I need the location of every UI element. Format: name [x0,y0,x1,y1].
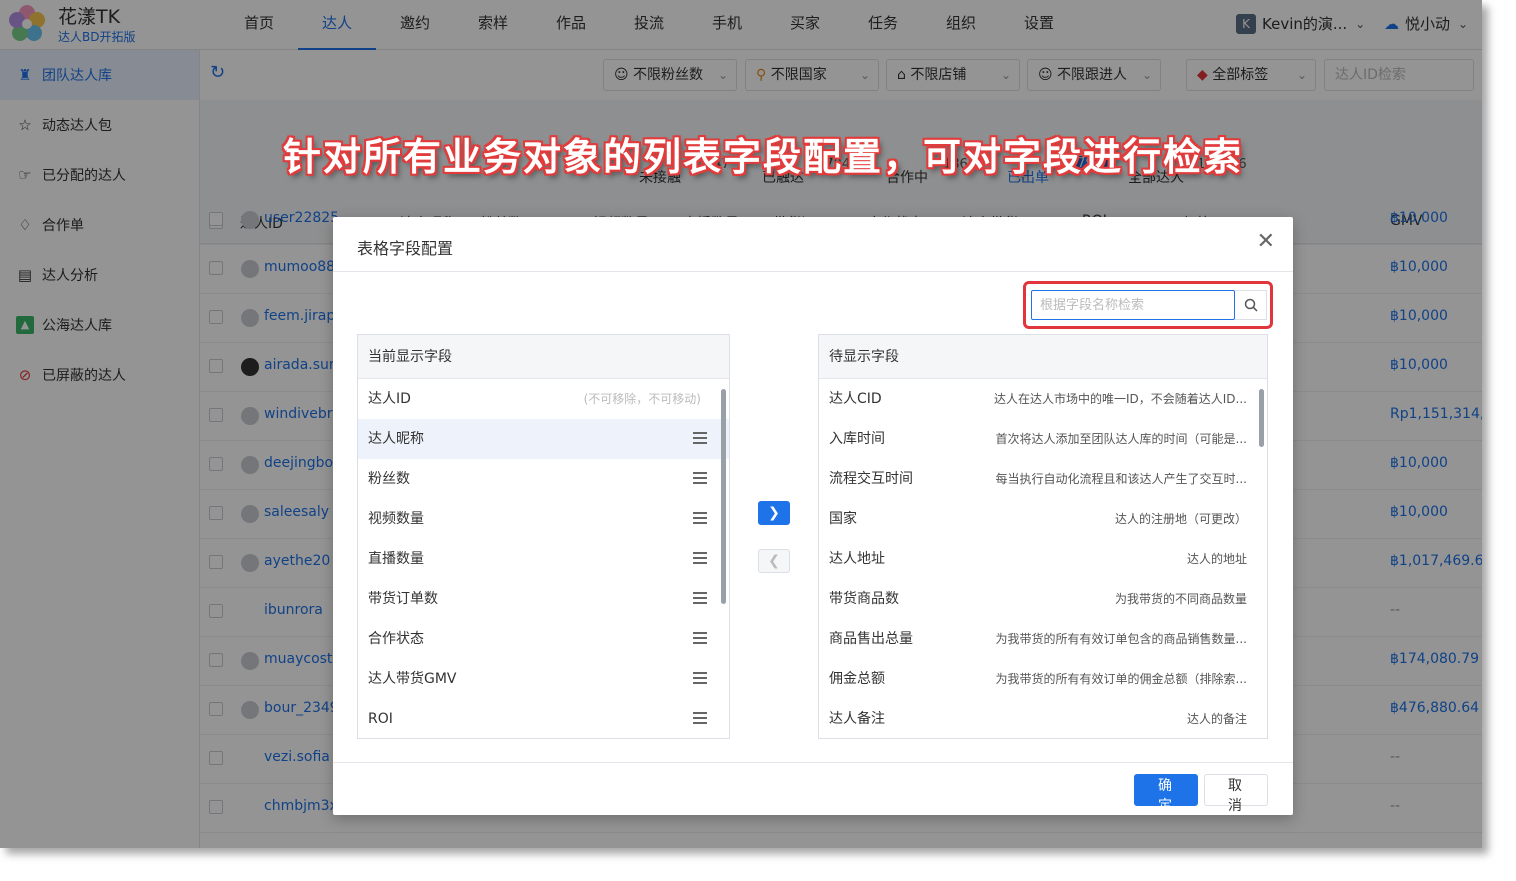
list-item[interactable]: 达人昵称 [358,419,729,459]
dialog-divider [333,271,1293,272]
list-item[interactable]: 直播数量 [358,539,729,579]
field-description: 每当执行自动化流程且和该达人产生了交互时... [995,472,1247,486]
drag-handle-icon[interactable] [693,552,707,564]
field-label: 达人带货GMV [368,671,457,687]
field-label: 佣金总额 [829,671,885,687]
drag-handle-icon[interactable] [693,472,707,484]
field-description: 为我带货的所有有效订单包含的商品销售数量... [995,632,1247,646]
current-fields-title: 当前显示字段 [358,335,729,379]
field-description: 达人在达人市场中的唯一ID，不会随着达人ID... [993,392,1247,406]
field-label: ROI [368,711,393,727]
field-label: 视频数量 [368,511,424,527]
cancel-button[interactable]: 取消 [1204,774,1268,814]
search-button[interactable] [1235,290,1267,320]
drag-handle-icon[interactable] [693,432,707,444]
current-fields-scrollbar[interactable] [721,379,727,738]
field-label: 国家 [829,511,857,527]
list-item[interactable]: 达人地址 达人的地址 [819,539,1267,579]
list-item[interactable]: 入库时间 首次将达人添加至团队达人库的时间（可能是... [819,419,1267,459]
field-label: 入库时间 [829,431,885,447]
list-item[interactable]: ROI [358,699,729,738]
field-note: (不可移除，不可移动) [583,392,701,406]
list-item: 达人ID (不可移除，不可移动) [358,379,729,419]
annotation-banner: 针对所有业务对象的列表字段配置，可对字段进行检索 [283,135,1244,179]
available-fields-scrollbar[interactable] [1259,379,1265,738]
app-window: 花漾TK 达人BD开拓版 首页 达人 邀约 索样 作品 投流 手机 买家 任务 … [0,0,1482,848]
move-right-button[interactable]: ❯ [758,501,790,525]
chevron-right-icon: ❯ [768,505,780,521]
field-search-input[interactable] [1031,290,1235,320]
field-description: 达人的注册地（可更改） [1114,512,1247,526]
field-label: 粉丝数 [368,471,410,487]
drag-handle-icon[interactable] [693,592,707,604]
field-description: 达人的地址 [1186,552,1247,566]
field-config-dialog: 表格字段配置 ✕ 当前显示字段 达人ID (不可移除，不可移动) 达人昵称 粉丝数… [333,217,1293,815]
field-description: 首次将达人添加至团队达人库的时间（可能是... [995,432,1247,446]
field-label: 流程交互时间 [829,471,913,487]
close-icon[interactable]: ✕ [1257,229,1275,254]
list-item[interactable]: 流程交互时间 每当执行自动化流程且和该达人产生了交互时... [819,459,1267,499]
field-label: 达人备注 [829,711,885,727]
drag-handle-icon[interactable] [693,672,707,684]
dialog-title: 表格字段配置 [357,239,454,258]
list-item[interactable]: 合作状态 [358,619,729,659]
field-label: 商品售出总量 [829,631,913,647]
drag-handle-icon[interactable] [693,512,707,524]
available-fields-title: 待显示字段 [819,335,1267,379]
field-description: 为我带货的不同商品数量 [1114,592,1247,606]
current-fields-list: 达人ID (不可移除，不可移动) 达人昵称 粉丝数 视频数量 直播数量 带货订单数… [358,379,729,738]
field-label: 合作状态 [368,631,424,647]
field-label: 达人CID [829,391,882,407]
current-fields-panel: 当前显示字段 达人ID (不可移除，不可移动) 达人昵称 粉丝数 视频数量 直播数… [357,334,730,739]
field-label: 达人地址 [829,551,885,567]
search-highlight [1023,281,1273,329]
list-item[interactable]: 佣金总额 为我带货的所有有效订单的佣金总额（排除索... [819,659,1267,699]
list-item[interactable]: 视频数量 [358,499,729,539]
move-left-button[interactable]: ❮ [758,549,790,573]
field-label: 达人ID [368,391,411,407]
chevron-left-icon: ❮ [768,553,780,569]
scrollbar-thumb[interactable] [1259,389,1264,447]
list-item[interactable]: 达人CID 达人在达人市场中的唯一ID，不会随着达人ID... [819,379,1267,419]
drag-handle-icon[interactable] [693,632,707,644]
field-label: 直播数量 [368,551,424,567]
list-item[interactable]: 带货订单数 [358,579,729,619]
available-fields-panel: 待显示字段 达人CID 达人在达人市场中的唯一ID，不会随着达人ID... 入库时… [818,334,1268,739]
list-item[interactable]: 商品售出总量 为我带货的所有有效订单包含的商品销售数量... [819,619,1267,659]
search-icon [1244,298,1258,312]
field-label: 带货订单数 [368,591,438,607]
drag-handle-icon[interactable] [693,712,707,724]
available-fields-list: 达人CID 达人在达人市场中的唯一ID，不会随着达人ID... 入库时间 首次将达人… [819,379,1267,738]
scrollbar-thumb[interactable] [721,389,726,604]
list-item[interactable]: 粉丝数 [358,459,729,499]
confirm-button[interactable]: 确定 [1134,774,1198,814]
field-description: 达人的备注 [1186,712,1247,726]
dialog-footer-divider [333,762,1293,763]
field-label: 达人昵称 [368,431,424,447]
list-item[interactable]: 达人备注 达人的备注 [819,699,1267,738]
field-description: 为我带货的所有有效订单的佣金总额（排除索... [995,672,1247,686]
list-item[interactable]: 达人带货GMV [358,659,729,699]
list-item[interactable]: 带货商品数 为我带货的不同商品数量 [819,579,1267,619]
list-item[interactable]: 国家 达人的注册地（可更改） [819,499,1267,539]
field-label: 带货商品数 [829,591,899,607]
